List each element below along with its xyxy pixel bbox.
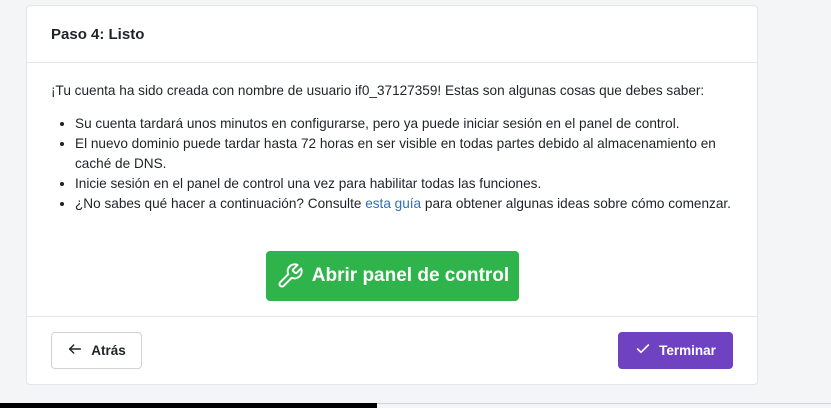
guide-text-before: ¿No sabes qué hacer a continuación? Cons… [75, 196, 366, 211]
guide-link[interactable]: esta guía [365, 196, 421, 211]
open-control-panel-label: Abrir panel de control [311, 265, 510, 286]
card-footer: Atrás Terminar [27, 317, 757, 384]
finish-button[interactable]: Terminar [618, 332, 733, 369]
wrench-icon [276, 262, 304, 290]
setup-card: Paso 4: Listo ¡Tu cuenta ha sido creada … [26, 5, 758, 385]
arrow-left-icon [67, 341, 83, 360]
list-item: El nuevo dominio puede tardar hasta 72 h… [75, 134, 733, 174]
intro-text: ¡Tu cuenta ha sido creada con nombre de … [51, 83, 705, 98]
back-label: Atrás [91, 343, 126, 358]
list-item: ¿No sabes qué hacer a continuación? Cons… [75, 194, 733, 214]
guide-text-after: para obtener algunas ideas sobre cómo co… [421, 196, 731, 211]
back-button[interactable]: Atrás [51, 332, 142, 369]
card-header: Paso 4: Listo [27, 6, 757, 63]
divider [377, 403, 831, 404]
page-title: Paso 4: Listo [51, 25, 145, 43]
open-control-panel-button[interactable]: Abrir panel de control [266, 251, 519, 301]
list-item: Su cuenta tardará unos minutos en config… [75, 114, 733, 134]
control-panel-wrap: Abrir panel de control [27, 251, 757, 301]
card-body: ¡Tu cuenta ha sido creada con nombre de … [27, 63, 757, 317]
check-icon [635, 341, 651, 360]
list-item: Inicie sesión en el panel de control una… [75, 174, 733, 194]
tips-list: Su cuenta tardará unos minutos en config… [51, 114, 733, 214]
finish-label: Terminar [659, 343, 716, 358]
window-bottom-bar [0, 403, 377, 408]
